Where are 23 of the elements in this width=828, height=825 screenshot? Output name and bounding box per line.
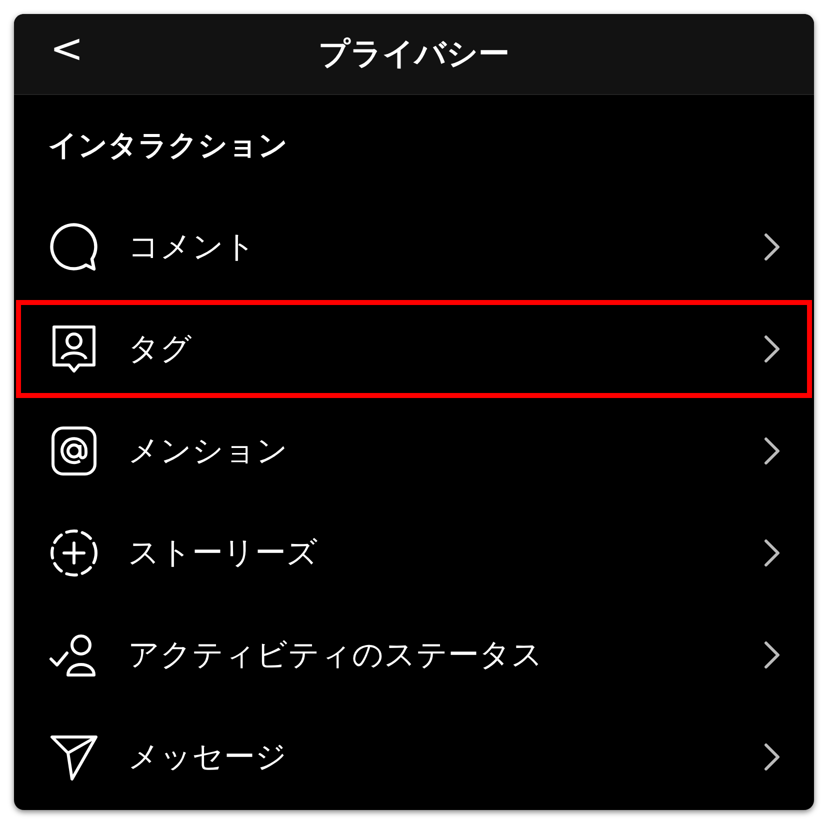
chevron-right-icon	[764, 743, 780, 771]
back-button[interactable]: <	[42, 26, 92, 72]
chevron-right-icon	[764, 437, 780, 465]
settings-row[interactable]: メッセージ	[14, 706, 814, 808]
settings-row[interactable]: ストーリーズ	[14, 502, 814, 604]
add-story-icon	[48, 527, 100, 579]
settings-row[interactable]: アクティビティのステータス	[14, 604, 814, 706]
section-heading: インタラクション	[47, 127, 289, 164]
settings-row[interactable]: タグ	[14, 298, 814, 400]
row-label: コメント	[128, 228, 257, 267]
row-label: メッセージ	[128, 738, 288, 777]
row-label: アクティビティのステータス	[128, 636, 544, 675]
row-label: ストーリーズ	[128, 534, 319, 573]
settings-row[interactable]: メンション	[14, 400, 814, 502]
chevron-right-icon	[764, 641, 780, 669]
chevron-right-icon	[764, 539, 780, 567]
settings-row[interactable]: コメント	[14, 196, 814, 298]
chevron-right-icon	[764, 335, 780, 363]
row-label: メンション	[128, 432, 289, 471]
comment-icon	[48, 221, 100, 273]
row-label: タグ	[128, 330, 193, 369]
chevron-right-icon	[764, 233, 780, 261]
screen-title: プライバシー	[318, 35, 510, 74]
